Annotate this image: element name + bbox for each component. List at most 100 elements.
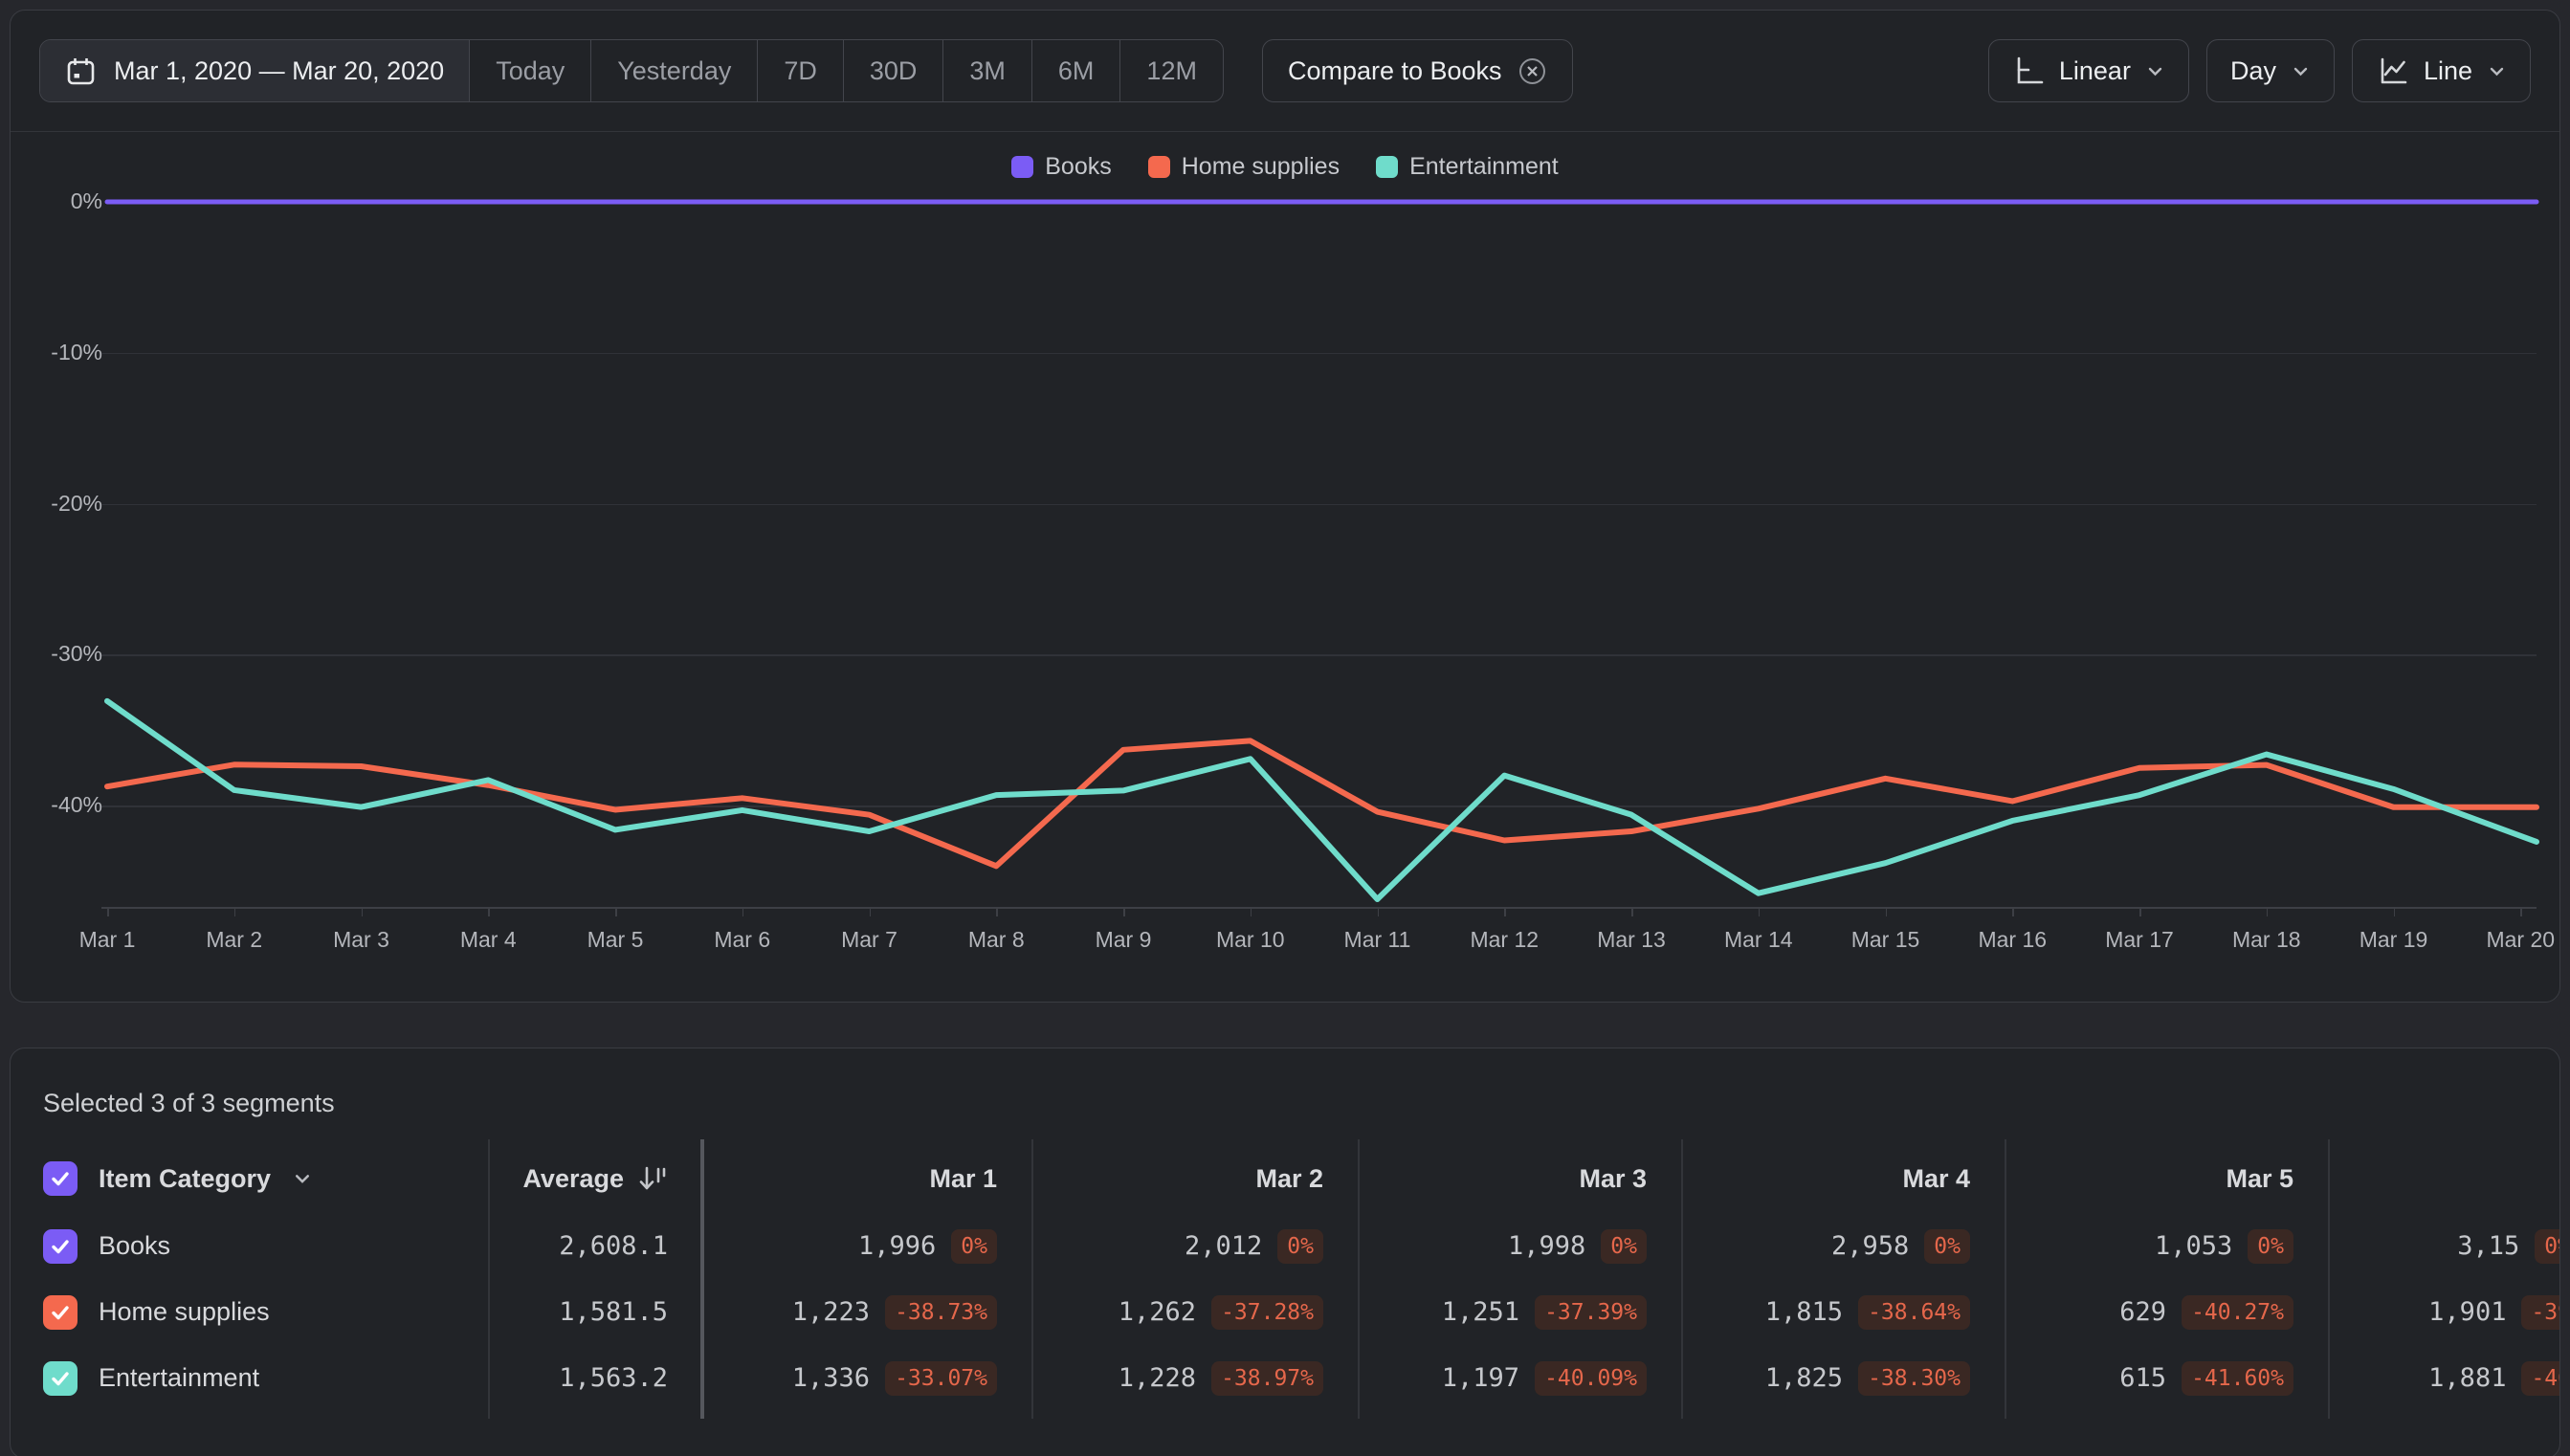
row-day-cell: 615 -41.60% — [2005, 1360, 2328, 1396]
percent-change-badge: 0% — [951, 1228, 997, 1264]
header-average-label: Average — [522, 1163, 624, 1193]
header-category-label: Item Category — [99, 1163, 272, 1193]
percent-change-badge: -38.64% — [1858, 1294, 1970, 1330]
chevron-down-icon — [2487, 61, 2507, 81]
check-icon — [52, 1172, 69, 1186]
column-separator — [1681, 1139, 1683, 1419]
percent-change-badge: 0% — [2248, 1228, 2293, 1264]
row-day-cell: 1,053 0% — [2005, 1228, 2328, 1264]
row-category-cell: Books — [11, 1228, 488, 1264]
line-chart: Books Home supplies Entertainment 0% -10% -2… — [11, 132, 2559, 1002]
chevron-down-icon[interactable] — [292, 1168, 313, 1189]
select-all-checkbox[interactable] — [43, 1161, 78, 1196]
row-day-cell: 1,815 -38.64% — [1681, 1294, 2005, 1330]
table-header-row: Item Category Average Mar 1 Mar 2 Mar 3 Mar 4… — [11, 1144, 2559, 1213]
row-checkbox[interactable] — [43, 1228, 78, 1264]
percent-change-badge: -33.07% — [885, 1360, 997, 1396]
day-value: 1,881 — [2428, 1363, 2507, 1393]
series-line-entertainment — [104, 697, 2539, 903]
row-category-cell: Entertainment — [11, 1360, 488, 1396]
day-value: 2,012 — [1185, 1231, 1263, 1261]
row-day-cell: 1,223 -38.73% — [702, 1294, 1031, 1330]
preset-button-7d[interactable]: 7D — [757, 40, 843, 101]
row-category-label: Entertainment — [99, 1363, 260, 1392]
segments-summary: Selected 3 of 3 segments — [43, 1089, 335, 1117]
header-average-cell[interactable]: Average — [488, 1162, 702, 1195]
header-category-cell: Item Category — [11, 1161, 488, 1196]
preset-button-12m[interactable]: 12M — [1119, 40, 1223, 101]
interval-select-button[interactable]: Day — [2205, 39, 2335, 102]
row-average-cell: 1,581.5 — [488, 1297, 702, 1327]
percent-change-badge: -40.09% — [1535, 1360, 1647, 1396]
percent-change-badge: 0% — [2535, 1228, 2559, 1264]
table-row-books: Books 2,608.1 1,996 0% 2,012 0% 1,998 0% 2,958 0%… — [11, 1213, 2559, 1279]
header-day-cell: Mar 3 — [1358, 1164, 1681, 1194]
sort-descending-icon[interactable] — [637, 1162, 668, 1195]
calendar-icon — [65, 55, 97, 87]
header-day-cell: Mar 1 — [702, 1164, 1031, 1194]
chart-type-select-button[interactable]: Line — [2351, 39, 2531, 102]
row-category-cell: Home supplies — [11, 1294, 488, 1330]
day-value: 1,901 — [2428, 1297, 2507, 1327]
preset-button-yesterday[interactable]: Yesterday — [590, 40, 757, 101]
header-day-label: Mar 5 — [2226, 1163, 2293, 1193]
column-separator — [2005, 1139, 2006, 1419]
column-separator — [1031, 1139, 1033, 1419]
header-day-cell: Mar 2 — [1031, 1164, 1358, 1194]
date-range-button[interactable]: Mar 1, 2020 — Mar 20, 2020 — [40, 40, 470, 101]
day-value: 1,336 — [791, 1363, 871, 1393]
preset-button-6m[interactable]: 6M — [1030, 40, 1120, 101]
table-row-home-supplies: Home supplies 1,581.5 1,223 -38.73% 1,262 -37… — [11, 1279, 2559, 1345]
row-day-cell: 629 -40.27% — [2005, 1294, 2328, 1330]
percent-change-badge: -38.30% — [1858, 1360, 1970, 1396]
percent-change-badge: -37.39% — [1535, 1294, 1647, 1330]
remove-compare-icon[interactable] — [1518, 56, 1547, 86]
table-row-entertainment: Entertainment 1,563.2 1,336 -33.07% 1,228 -38… — [11, 1345, 2559, 1411]
column-separator — [700, 1139, 704, 1419]
row-day-cell: 2,012 0% — [1031, 1228, 1358, 1264]
compare-chip-label: Compare to Books — [1287, 55, 1502, 85]
preset-button-3m[interactable]: 3M — [942, 40, 1031, 101]
series-line-home-supplies — [104, 738, 2539, 870]
day-value: 3,15 — [2457, 1231, 2520, 1261]
percent-change-badge: -39 — [2521, 1294, 2559, 1330]
row-category-label: Home supplies — [99, 1297, 270, 1326]
percent-change-badge: -37.28% — [1211, 1294, 1323, 1330]
header-day-label: Mar 3 — [1579, 1163, 1647, 1193]
percent-change-badge: -41.60% — [2182, 1360, 2293, 1396]
row-average-cell: 2,608.1 — [488, 1231, 702, 1261]
check-icon — [52, 1239, 69, 1253]
percent-change-badge: 0% — [1601, 1228, 1647, 1264]
row-day-cell: 1,825 -38.30% — [1681, 1360, 2005, 1396]
segments-table: Item Category Average Mar 1 Mar 2 Mar 3 Mar 4… — [11, 1144, 2559, 1411]
header-day-label: Mar 2 — [1255, 1163, 1323, 1193]
chart-toolbar: Mar 1, 2020 — Mar 20, 2020 Today Yesterda… — [11, 11, 2559, 132]
chart-controls: Linear Day Line — [1987, 39, 2531, 102]
day-value: 615 — [2119, 1363, 2167, 1393]
average-value: 1,581.5 — [559, 1297, 668, 1327]
average-value: 2,608.1 — [559, 1231, 668, 1261]
day-value: 1,815 — [1764, 1297, 1844, 1327]
header-day-label: Mar 1 — [929, 1163, 997, 1193]
percent-change-badge: 0% — [1924, 1228, 1970, 1264]
row-day-cell: 1,901 -39 — [2328, 1294, 2559, 1330]
preset-button-today[interactable]: Today — [469, 40, 590, 101]
column-separator — [1358, 1139, 1360, 1419]
day-value: 1,197 — [1441, 1363, 1520, 1393]
percent-change-badge: 0% — [1277, 1228, 1323, 1264]
chart-panel: Mar 1, 2020 — Mar 20, 2020 Today Yesterda… — [10, 10, 2560, 1003]
percent-change-badge: -40.27% — [2182, 1294, 2293, 1330]
scale-select-label: Linear — [2058, 55, 2131, 85]
row-average-cell: 1,563.2 — [488, 1363, 702, 1393]
row-checkbox[interactable] — [43, 1360, 78, 1396]
scale-select-button[interactable]: Linear — [1987, 39, 2189, 102]
date-range-label: Mar 1, 2020 — Mar 20, 2020 — [114, 55, 445, 85]
row-checkbox[interactable] — [43, 1294, 78, 1330]
line-chart-icon — [2376, 55, 2409, 88]
compare-chip[interactable]: Compare to Books — [1261, 39, 1573, 102]
percent-change-badge: -38.97% — [1211, 1360, 1323, 1396]
header-day-cell: Mar 5 — [2005, 1164, 2328, 1194]
row-day-cell: 1,336 -33.07% — [702, 1360, 1031, 1396]
header-day-label: Mar 4 — [1902, 1163, 1970, 1193]
preset-button-30d[interactable]: 30D — [842, 40, 943, 101]
